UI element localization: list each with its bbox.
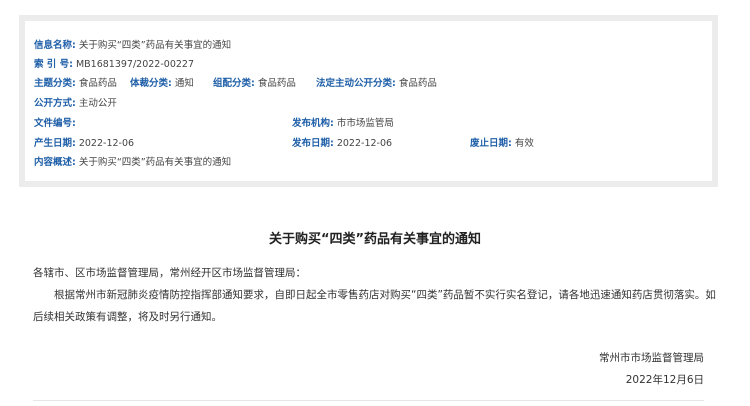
info-topic-label: 主题分类: bbox=[34, 78, 76, 89]
info-row-index: 索 引 号: MB1681397/2022-00227 bbox=[34, 57, 703, 73]
info-genre-label: 体裁分类: bbox=[130, 78, 172, 89]
info-disclosure-value: 主动公开 bbox=[78, 98, 117, 109]
info-disclosure-label: 公开方式: bbox=[34, 98, 76, 109]
info-docno-label: 文件编号: bbox=[34, 118, 76, 129]
info-expiry-value: 有效 bbox=[514, 138, 534, 149]
article-date: 2022年12月6日 bbox=[625, 374, 704, 386]
info-created-value: 2022-12-06 bbox=[78, 138, 135, 149]
info-issuer-label: 发布机构: bbox=[292, 118, 334, 129]
info-issuer-value: 市市场监管局 bbox=[336, 118, 394, 129]
info-row-name: 信息名称: 关于购买“四类”药品有关事宜的通知 bbox=[34, 38, 703, 54]
document-info-panel: 信息名称: 关于购买“四类”药品有关事宜的通知 索 引 号: MB1681397… bbox=[19, 15, 718, 187]
info-genre-value: 通知 bbox=[174, 78, 194, 89]
article-body: 根据常州市新冠肺炎疫情防控指挥部通知要求，自即日起全市零售药店对购买“四类”药品… bbox=[33, 289, 716, 323]
info-created-label: 产生日期: bbox=[34, 138, 76, 149]
info-published-value: 2022-12-06 bbox=[336, 138, 393, 149]
info-index-value: MB1681397/2022-00227 bbox=[75, 59, 195, 70]
info-org-category-label: 组配分类: bbox=[213, 78, 255, 89]
info-row-summary: 内容概述: 关于购买“四类”药品有关事宜的通知 bbox=[34, 155, 703, 171]
info-published-label: 发布日期: bbox=[292, 138, 334, 149]
info-expiry-label: 废止日期: bbox=[470, 138, 512, 149]
info-topic-value: 食品药品 bbox=[78, 78, 117, 89]
divider bbox=[33, 400, 704, 401]
info-statutory-value: 食品药品 bbox=[398, 78, 437, 89]
info-name-label: 信息名称: bbox=[34, 40, 76, 51]
info-org-category-value: 食品药品 bbox=[257, 78, 296, 89]
info-row-categories: 主题分类: 食品药品 体裁分类: 通知 组配分类: 食品药品 法定主动公开分类:… bbox=[34, 76, 703, 92]
info-name-value: 关于购买“四类”药品有关事宜的通知 bbox=[78, 40, 232, 51]
info-row-dates: 产生日期: 2022-12-06 发布日期: 2022-12-06 废止日期: … bbox=[34, 136, 703, 152]
info-row-docno-issuer: 文件编号: 发布机构: 市市场监管局 bbox=[34, 116, 703, 132]
info-summary-value: 关于购买“四类”药品有关事宜的通知 bbox=[78, 157, 232, 168]
article-salutation: 各辖市、区市场监督管理局，常州经开区市场监督管理局： bbox=[33, 267, 306, 279]
info-summary-label: 内容概述: bbox=[34, 157, 76, 168]
article-title: 关于购买“四类”药品有关事宜的通知 bbox=[268, 232, 482, 247]
article-signature: 常州市市场监督管理局 bbox=[599, 352, 704, 364]
info-row-disclosure: 公开方式: 主动公开 bbox=[34, 96, 703, 112]
info-statutory-label: 法定主动公开分类: bbox=[316, 78, 396, 89]
info-index-label: 索 引 号: bbox=[34, 59, 73, 70]
